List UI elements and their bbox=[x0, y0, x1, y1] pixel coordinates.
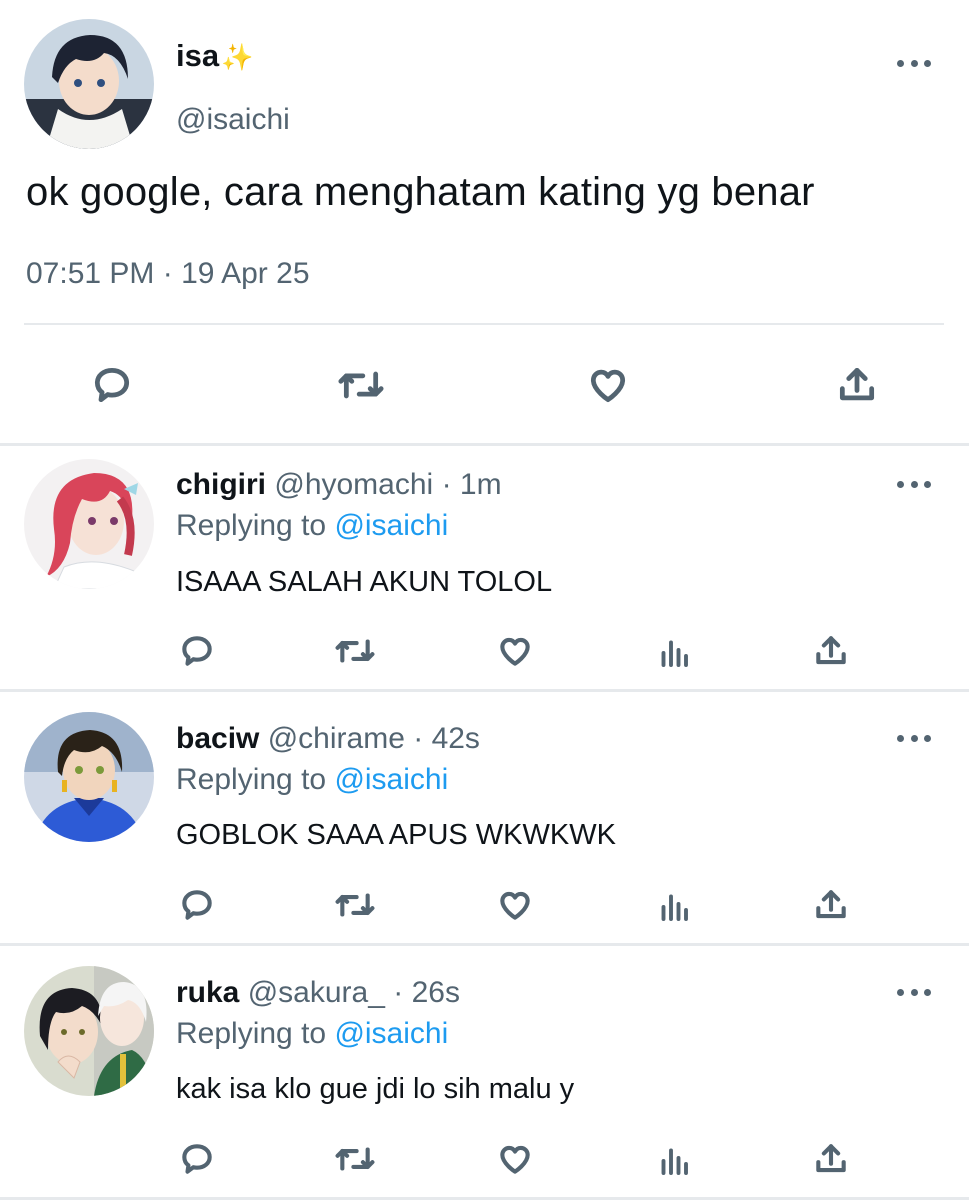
separator-dot: · bbox=[413, 722, 424, 755]
like-button[interactable] bbox=[494, 884, 536, 926]
replying-to: Replying to @isaichi bbox=[176, 763, 448, 797]
display-name[interactable]: ruka bbox=[176, 976, 239, 1009]
main-tweet: isa✨ @isaichi ok google, cara menghatam … bbox=[0, 0, 969, 443]
replying-to-label: Replying to bbox=[176, 509, 327, 542]
retweet-arrows-icon bbox=[338, 371, 384, 399]
display-name[interactable]: isa✨ bbox=[176, 38, 253, 74]
retweet-button[interactable] bbox=[331, 630, 379, 672]
reply-button[interactable] bbox=[176, 884, 218, 926]
reply-text: ISAAA SALAH AKUN TOLOL bbox=[176, 566, 553, 598]
share-button[interactable] bbox=[810, 1138, 852, 1180]
relative-time[interactable]: 42s bbox=[432, 722, 480, 755]
separator-dot: · bbox=[393, 976, 404, 1009]
retweet-arrows-icon bbox=[335, 639, 375, 663]
replying-to-label: Replying to bbox=[176, 1017, 327, 1050]
avatar-illustration-ruka bbox=[24, 966, 154, 1096]
heart-icon bbox=[500, 637, 530, 666]
reply-header: ruka @sakura_ · 26s bbox=[176, 976, 460, 1010]
reply-text: kak isa klo gue jdi lo sih malu y bbox=[176, 1073, 575, 1105]
upload-arrow-icon bbox=[816, 636, 846, 665]
reply-button[interactable] bbox=[84, 357, 140, 413]
mention-link[interactable]: @isaichi bbox=[334, 1017, 448, 1050]
avatar[interactable] bbox=[24, 459, 154, 589]
avatar-illustration-chigiri bbox=[24, 459, 154, 589]
relative-time[interactable]: 1m bbox=[460, 468, 502, 501]
speech-bubble-icon bbox=[94, 367, 130, 403]
user-handle[interactable]: @chirame bbox=[268, 722, 405, 755]
views-button[interactable] bbox=[653, 886, 695, 928]
avatar[interactable] bbox=[24, 19, 154, 149]
heart-icon bbox=[590, 369, 626, 403]
sparkle-emoji: ✨ bbox=[221, 42, 254, 72]
user-handle[interactable]: @hyomachi bbox=[274, 468, 433, 501]
replying-to-label: Replying to bbox=[176, 763, 327, 796]
speech-bubble-icon bbox=[182, 636, 212, 666]
reply-button[interactable] bbox=[176, 1138, 218, 1180]
display-name-text: isa bbox=[176, 38, 220, 73]
reply-tweet[interactable]: chigiri @hyomachi · 1m Replying to @isai… bbox=[0, 446, 969, 699]
mention-link[interactable]: @isaichi bbox=[334, 509, 448, 542]
tweet-text: ok google, cara menghatam kating yg bena… bbox=[26, 170, 815, 214]
more-options-icon[interactable] bbox=[897, 987, 931, 997]
relative-time[interactable]: 26s bbox=[412, 976, 460, 1009]
bar-chart-icon bbox=[661, 640, 688, 667]
replying-to: Replying to @isaichi bbox=[176, 1017, 448, 1051]
reply-text: GOBLOK SAAA APUS WKWKWK bbox=[176, 819, 616, 851]
more-options-icon[interactable] bbox=[897, 733, 931, 743]
retweet-button[interactable] bbox=[331, 357, 391, 413]
upload-arrow-icon bbox=[816, 890, 846, 919]
speech-bubble-icon bbox=[182, 1144, 212, 1174]
more-options-icon[interactable] bbox=[897, 479, 931, 489]
share-button[interactable] bbox=[810, 630, 852, 672]
retweet-button[interactable] bbox=[331, 884, 379, 926]
reply-tweet[interactable]: baciw @chirame · 42s Replying to @isaich… bbox=[0, 692, 969, 945]
mention-link[interactable]: @isaichi bbox=[334, 763, 448, 796]
views-button[interactable] bbox=[653, 1140, 695, 1182]
reply-header: chigiri @hyomachi · 1m bbox=[176, 468, 502, 502]
like-button[interactable] bbox=[580, 357, 636, 413]
retweet-button[interactable] bbox=[331, 1138, 379, 1180]
divider bbox=[24, 323, 944, 325]
bar-chart-icon bbox=[661, 1148, 688, 1175]
share-button[interactable] bbox=[829, 357, 885, 413]
heart-icon bbox=[500, 891, 530, 920]
more-options-icon[interactable] bbox=[897, 58, 931, 68]
views-button[interactable] bbox=[653, 632, 695, 674]
avatar[interactable] bbox=[24, 712, 154, 842]
user-handle[interactable]: @sakura_ bbox=[248, 976, 385, 1009]
separator-dot: · bbox=[441, 468, 452, 501]
avatar-illustration-isa bbox=[24, 19, 154, 149]
like-button[interactable] bbox=[494, 630, 536, 672]
upload-arrow-icon bbox=[839, 367, 875, 401]
avatar[interactable] bbox=[24, 966, 154, 1096]
heart-icon bbox=[500, 1145, 530, 1174]
reply-button[interactable] bbox=[176, 630, 218, 672]
speech-bubble-icon bbox=[182, 890, 212, 920]
user-handle[interactable]: @isaichi bbox=[176, 103, 290, 137]
bar-chart-icon bbox=[661, 894, 688, 921]
avatar-illustration-baciw bbox=[24, 712, 154, 842]
share-button[interactable] bbox=[810, 884, 852, 926]
retweet-arrows-icon bbox=[335, 893, 375, 917]
like-button[interactable] bbox=[494, 1138, 536, 1180]
reply-tweet[interactable]: ruka @sakura_ · 26s Replying to @isaichi… bbox=[0, 946, 969, 1199]
tweet-timestamp[interactable]: 07:51 PM · 19 Apr 25 bbox=[26, 257, 310, 291]
reply-header: baciw @chirame · 42s bbox=[176, 722, 480, 756]
retweet-arrows-icon bbox=[335, 1147, 375, 1171]
display-name[interactable]: baciw bbox=[176, 722, 259, 755]
display-name[interactable]: chigiri bbox=[176, 468, 266, 501]
upload-arrow-icon bbox=[816, 1144, 846, 1173]
replying-to: Replying to @isaichi bbox=[176, 509, 448, 543]
